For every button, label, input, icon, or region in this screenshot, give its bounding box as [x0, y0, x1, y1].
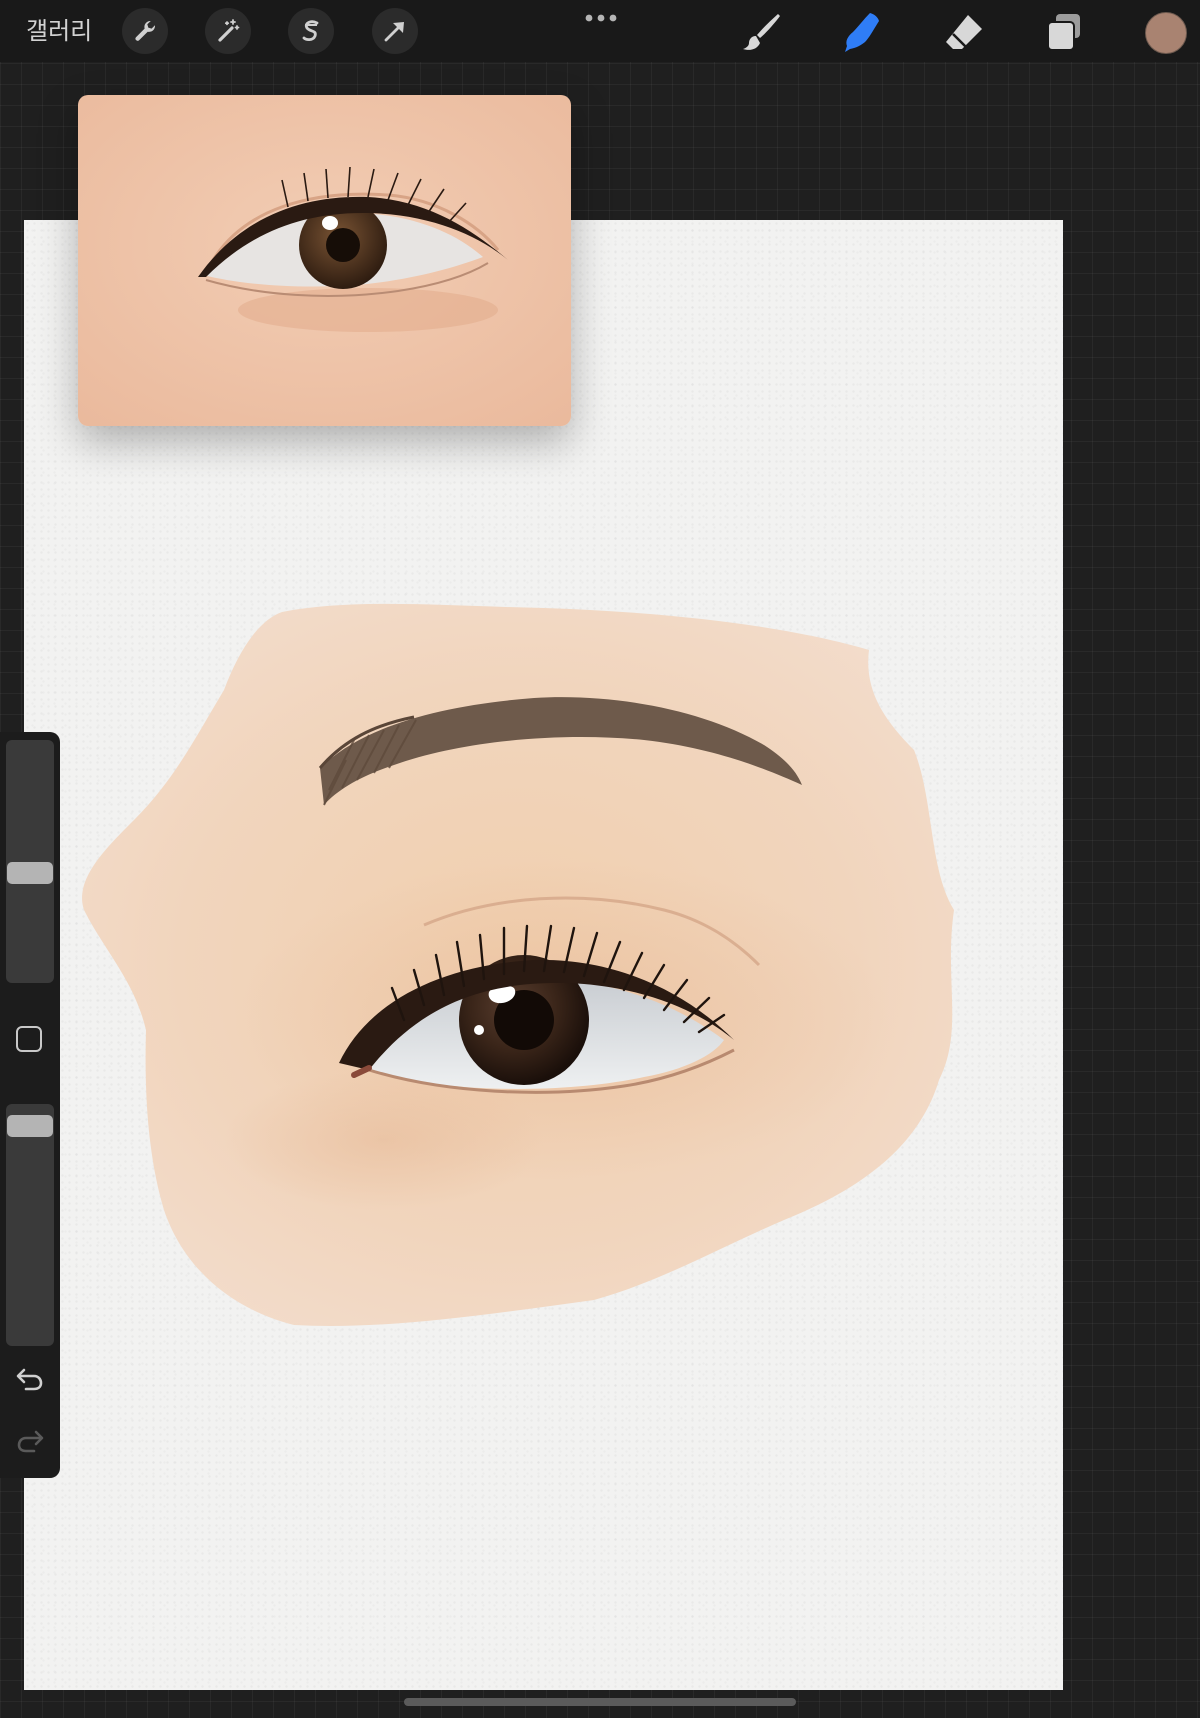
smudge-tool-button[interactable] — [840, 10, 884, 54]
reference-window[interactable] — [78, 95, 571, 426]
top-toolbar: 갤러리 — [0, 0, 1200, 62]
eraser-tool-button[interactable] — [941, 10, 985, 54]
ellipsis-icon — [585, 14, 617, 22]
wrench-icon — [135, 20, 156, 41]
square-modify-icon[interactable] — [16, 1026, 42, 1052]
redo-icon — [17, 1430, 44, 1453]
brush-tool-button[interactable] — [740, 10, 784, 54]
adjustments-button[interactable] — [205, 8, 251, 54]
brush-size-thumb[interactable] — [7, 861, 53, 884]
drawing-canvas[interactable] — [24, 220, 1063, 1690]
undo-icon — [16, 1368, 43, 1391]
actions-button[interactable] — [122, 8, 168, 54]
gallery-button[interactable]: 갤러리 — [26, 14, 92, 48]
transform-button[interactable] — [372, 8, 418, 54]
undo-button[interactable] — [14, 1364, 46, 1394]
selection-button[interactable] — [288, 8, 334, 54]
smudge-icon — [845, 13, 879, 52]
reference-photo — [78, 95, 571, 426]
layers-icon — [1047, 14, 1080, 51]
brush-icon — [743, 14, 780, 50]
redo-button[interactable] — [14, 1426, 46, 1456]
brush-opacity-thumb[interactable] — [7, 1115, 53, 1137]
left-sidebar — [0, 732, 60, 1478]
more-options-button[interactable] — [583, 12, 619, 24]
magic-wand-icon — [218, 19, 240, 42]
selection-s-icon — [302, 20, 319, 42]
eraser-icon — [946, 15, 982, 49]
arrow-transform-icon — [384, 22, 404, 42]
brush-opacity-slider[interactable] — [6, 1104, 54, 1346]
watercolor-eye-painting — [82, 603, 955, 1326]
layers-button[interactable] — [1042, 10, 1086, 54]
color-picker-button[interactable] — [1145, 12, 1187, 54]
home-indicator — [404, 1698, 796, 1706]
